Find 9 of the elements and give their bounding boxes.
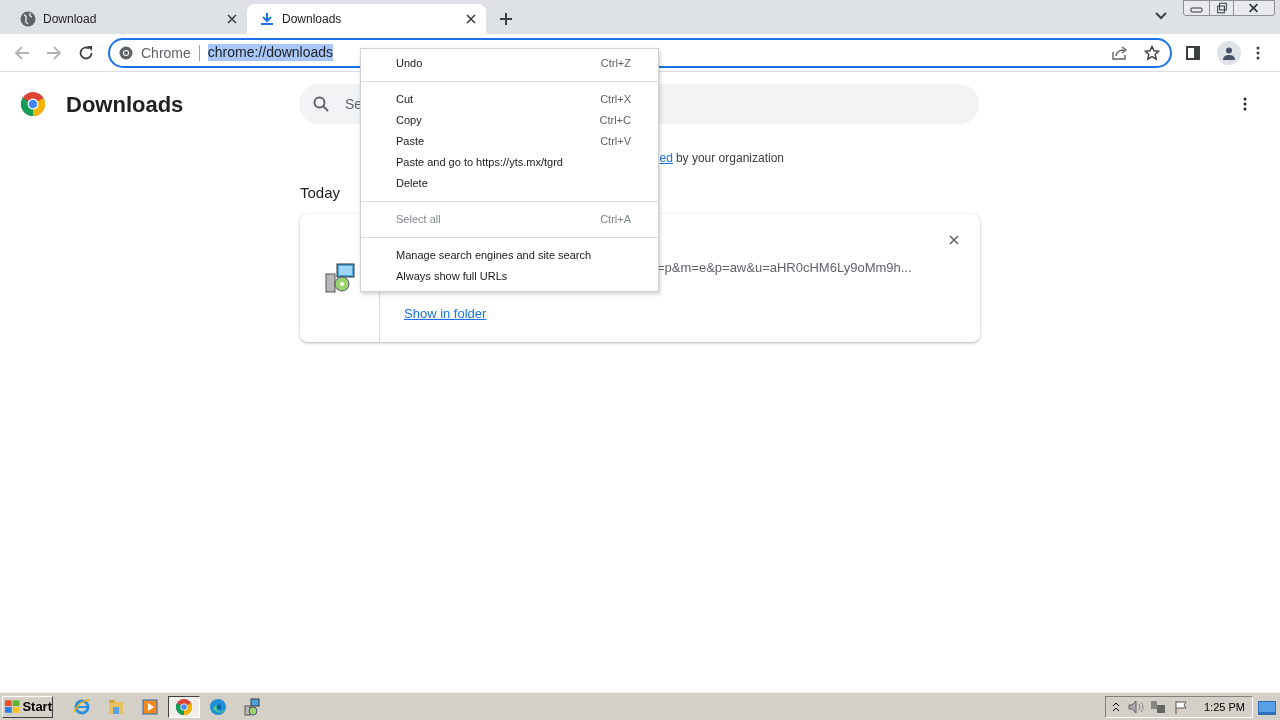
clock: 1:25 PM [1204, 699, 1245, 715]
tab-title: Downloads [282, 11, 343, 28]
page-title: Downloads [66, 90, 185, 119]
tab-title: Download [43, 11, 98, 28]
download-url: =p&m=e&p=aw&u=aHR0cHM6Ly9oMm9h... [657, 258, 912, 277]
section-heading: Today [300, 183, 341, 203]
site-chip: Chrome [141, 44, 200, 61]
banner-text: by your organization [675, 150, 784, 167]
url-text: chrome://downloads [207, 44, 334, 61]
